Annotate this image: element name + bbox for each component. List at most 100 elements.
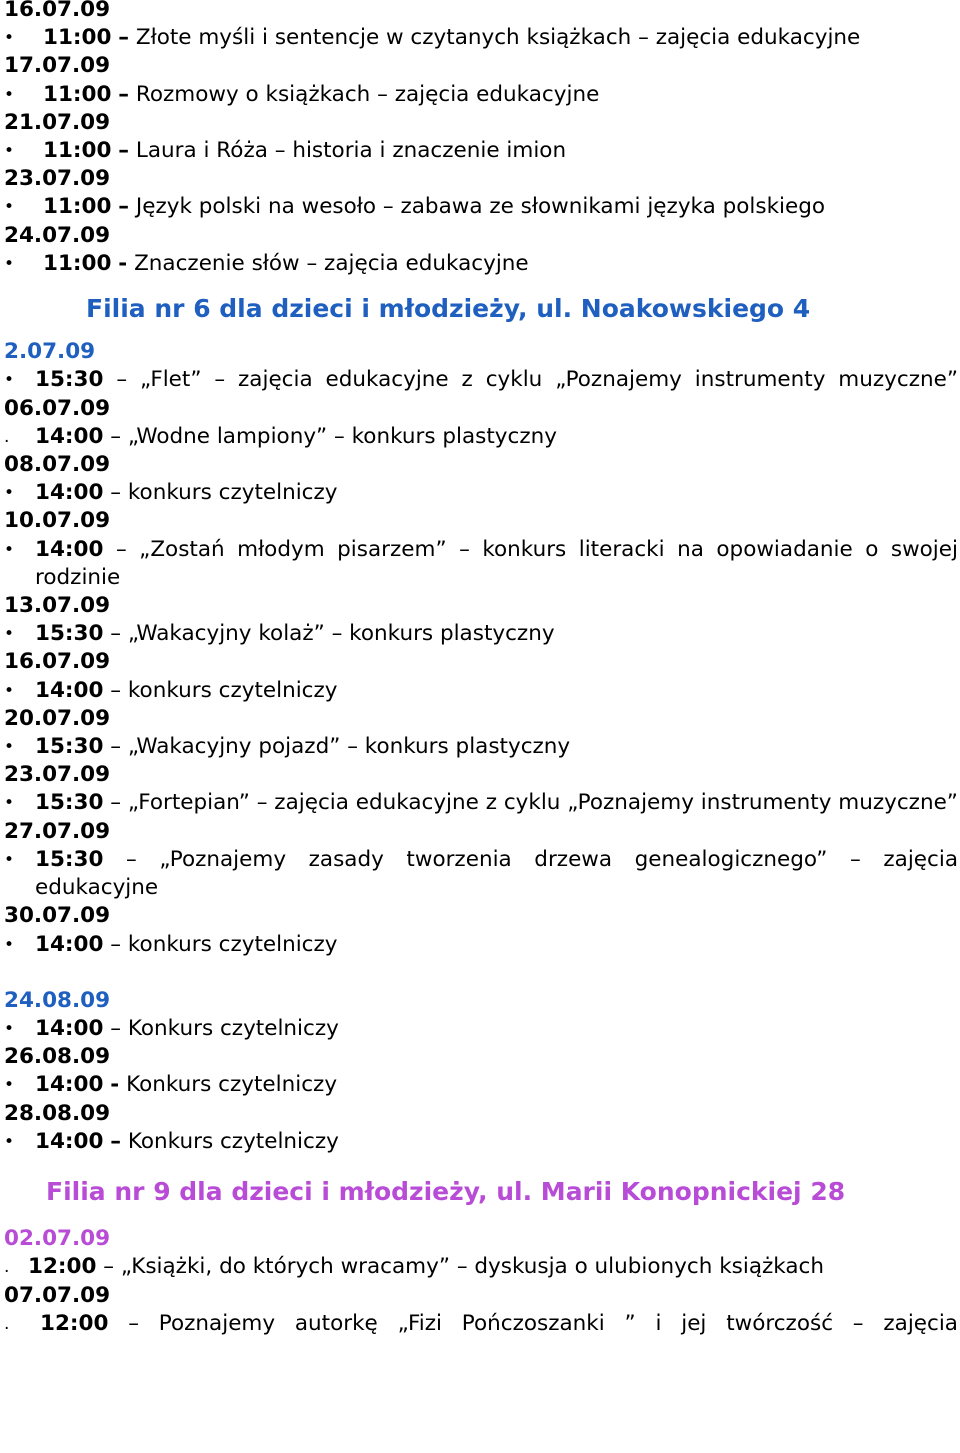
- event-date: 24.07.09: [4, 222, 111, 248]
- event-item: • 14:00 – konkurs czytelniczy: [0, 931, 960, 959]
- bullet-icon: •: [4, 141, 15, 162]
- event-title: – konkurs czytelniczy: [110, 931, 338, 957]
- event-title: – „Flet” – zajęcia edukacyjne z cyklu „P…: [116, 367, 958, 393]
- event-time: 15:30: [35, 846, 104, 872]
- bullet-icon: •: [4, 934, 15, 955]
- event-title: Złote myśli i sentencje w czytanych ksią…: [135, 25, 861, 51]
- event-title: Konkurs czytelniczy: [127, 1128, 339, 1154]
- event-time: 11:00: [43, 194, 112, 220]
- event-item: . 14:00 – „Wodne lampiony” – konkurs pla…: [0, 423, 960, 451]
- event-title: Konkurs czytelniczy: [127, 1015, 339, 1041]
- event-date: 2.07.09: [4, 339, 96, 365]
- event-title: – „Poznajemy zasady tworzenia drzewa gen…: [35, 846, 958, 901]
- event-date: 28.08.09: [4, 1100, 111, 1126]
- bullet-icon: •: [4, 1075, 15, 1096]
- event-title: – „Fortepian” – zajęcia edukacyjne z cyk…: [110, 790, 958, 816]
- bullet-icon: •: [4, 624, 15, 645]
- event-title: Rozmowy o książkach – zajęcia edukacyjne: [135, 81, 600, 107]
- event-item: • 14:00 – konkurs czytelniczy: [0, 479, 960, 507]
- event-title: Konkurs czytelniczy: [126, 1072, 338, 1098]
- event-title: – konkurs czytelniczy: [110, 677, 338, 703]
- event-item: • 14:00 – „Zostań młodym pisarzem” – kon…: [0, 536, 960, 592]
- event-title: Znaczenie słów – zajęcia edukacyjne: [134, 250, 529, 276]
- event-date: 16.07.09: [4, 649, 111, 675]
- bullet-icon: •: [4, 1131, 15, 1152]
- event-item: • 11:00 – Język polski na wesoło – zabaw…: [0, 193, 960, 221]
- event-date: 20.07.09: [4, 705, 111, 731]
- event-item: • 14:00 – Konkurs czytelniczy: [0, 1015, 960, 1043]
- event-time: 11:00: [43, 138, 112, 164]
- event-separator: –: [110, 1015, 122, 1041]
- event-time: 15:30: [35, 621, 104, 647]
- bullet-icon: •: [4, 737, 15, 758]
- event-time: 12:00: [28, 1254, 97, 1280]
- event-item: . 12:00 – „Książki, do których wracamy” …: [0, 1253, 960, 1281]
- event-time: 12:00: [40, 1310, 109, 1336]
- event-time: 14:00: [35, 1015, 104, 1041]
- event-time: 14:00: [35, 1072, 104, 1098]
- event-date: 24.08.09: [4, 987, 111, 1013]
- event-time: 14:00: [35, 677, 104, 703]
- event-date: 23.07.09: [4, 166, 111, 192]
- event-date: 26.08.09: [4, 1044, 111, 1070]
- bullet-icon: •: [4, 370, 15, 391]
- event-date: 23.07.09: [4, 762, 111, 788]
- bullet-icon: •: [4, 84, 15, 105]
- event-time: 14:00: [35, 1128, 104, 1154]
- event-item: • 14:00 – Konkurs czytelniczy: [0, 1128, 960, 1156]
- event-time: 11:00: [43, 81, 112, 107]
- event-time: 14:00: [35, 536, 104, 562]
- event-time: 11:00: [43, 25, 112, 51]
- event-separator: -: [110, 1072, 120, 1098]
- event-date: 17.07.09: [4, 53, 111, 79]
- event-item: . 12:00 – Poznajemy autorkę „Fizi Pończo…: [0, 1310, 960, 1338]
- event-date: 07.07.09: [4, 1282, 111, 1308]
- event-date: 02.07.09: [4, 1226, 111, 1252]
- bullet-icon: •: [4, 253, 15, 274]
- event-separator: –: [118, 138, 130, 164]
- event-time: 14:00: [35, 423, 104, 449]
- event-title: – konkurs czytelniczy: [110, 480, 338, 506]
- event-time: 14:00: [35, 931, 104, 957]
- event-item: • 14:00 – konkurs czytelniczy: [0, 677, 960, 705]
- event-time: 14:00: [35, 480, 104, 506]
- event-date: 21.07.09: [4, 109, 111, 135]
- event-item: • 11:00 – Rozmowy o książkach – zajęcia …: [0, 81, 960, 109]
- bullet-icon: •: [4, 793, 15, 814]
- event-title: Laura i Róża – historia i znaczenie imio…: [135, 138, 567, 164]
- event-item: • 15:30 – „Poznajemy zasady tworzenia dr…: [0, 846, 960, 902]
- event-item: • 15:30 – „Wakacyjny pojazd” – konkurs p…: [0, 733, 960, 761]
- event-item: • 15:30 – „Wakacyjny kolaż” – konkurs pl…: [0, 620, 960, 648]
- event-separator: -: [118, 250, 128, 276]
- section-heading: Filia nr 9 dla dzieci i młodzieży, ul. M…: [46, 1176, 846, 1206]
- event-title: – „Wodne lampiony” – konkurs plastyczny: [110, 423, 557, 449]
- event-title: – „Zostań młodym pisarzem” – konkurs lit…: [35, 536, 958, 590]
- bullet-icon: •: [4, 28, 15, 49]
- event-time: 15:30: [35, 734, 104, 760]
- event-date: 13.07.09: [4, 593, 111, 619]
- event-item: • 11:00 - Znaczenie słów – zajęcia eduka…: [0, 250, 960, 278]
- event-title: – „Książki, do których wracamy” – dyskus…: [103, 1254, 824, 1280]
- event-separator: –: [118, 25, 130, 51]
- section-1-schedule: 16.07.09 • 11:00 – Złote myśli i sentenc…: [0, 0, 960, 278]
- bullet-icon: •: [4, 197, 15, 218]
- event-item: • 11:00 – Złote myśli i sentencje w czyt…: [0, 24, 960, 52]
- event-date: 10.07.09: [4, 508, 111, 534]
- event-item: • 14:00 - Konkurs czytelniczy: [0, 1071, 960, 1099]
- event-item: • 15:30 – „Flet” – zajęcia edukacyjne z …: [0, 366, 960, 394]
- bullet-icon: •: [4, 539, 15, 560]
- event-separator: –: [110, 1128, 122, 1154]
- event-date: 16.07.09: [4, 0, 111, 22]
- event-item: • 15:30 – „Fortepian” – zajęcia edukacyj…: [0, 789, 960, 817]
- bullet-icon: •: [4, 483, 15, 504]
- bullet-icon: •: [4, 849, 15, 870]
- event-item: • 11:00 – Laura i Róża – historia i znac…: [0, 137, 960, 165]
- event-title: – „Wakacyjny kolaż” – konkurs plastyczny: [110, 621, 555, 647]
- bullet-icon: •: [4, 1018, 15, 1039]
- event-title: – Poznajemy autorkę „Fizi Pończoszanki ”…: [128, 1310, 958, 1336]
- event-date: 30.07.09: [4, 903, 111, 929]
- bullet-icon: .: [4, 1313, 10, 1334]
- event-title: – „Wakacyjny pojazd” – konkurs plastyczn…: [110, 734, 571, 760]
- bullet-icon: •: [4, 680, 15, 701]
